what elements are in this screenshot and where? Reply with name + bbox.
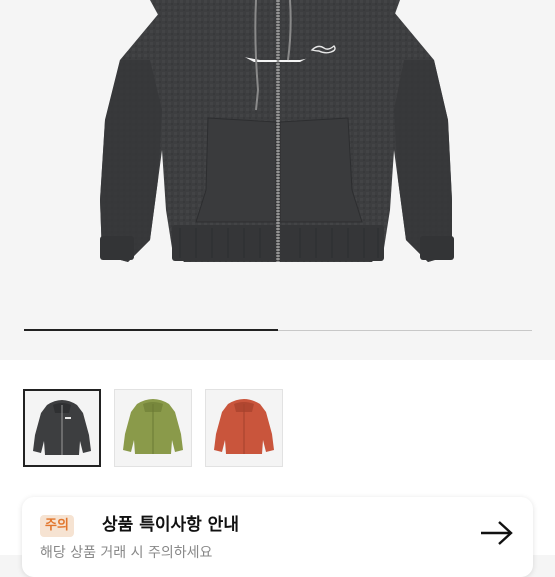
thumb-olive-hoodie[interactable] xyxy=(114,389,192,467)
product-notice-card[interactable]: 주의 상품 특이사항 안내 해당 상품 거래 시 주의하세요 xyxy=(22,497,533,577)
hoodie-image xyxy=(100,0,454,262)
notice-title: 상품 특이사항 안내 xyxy=(102,515,239,535)
product-image-gallery[interactable] xyxy=(0,0,555,360)
notice-subtitle: 해당 상품 거래 시 주의하세요 xyxy=(40,545,213,561)
hoodie-thumbnail-charcoal xyxy=(33,400,91,455)
thumb-charcoal-hoodie[interactable] xyxy=(23,389,101,467)
hoodie-thumbnail-red xyxy=(214,399,274,454)
caution-badge: 주의 xyxy=(40,515,74,537)
gallery-progress-indicator xyxy=(24,329,278,331)
hoodie-thumbnail-olive xyxy=(123,399,183,454)
gallery-progress-track xyxy=(24,329,532,331)
arrow-right-icon[interactable] xyxy=(479,519,515,551)
thumb-red-hoodie[interactable] xyxy=(205,389,283,467)
